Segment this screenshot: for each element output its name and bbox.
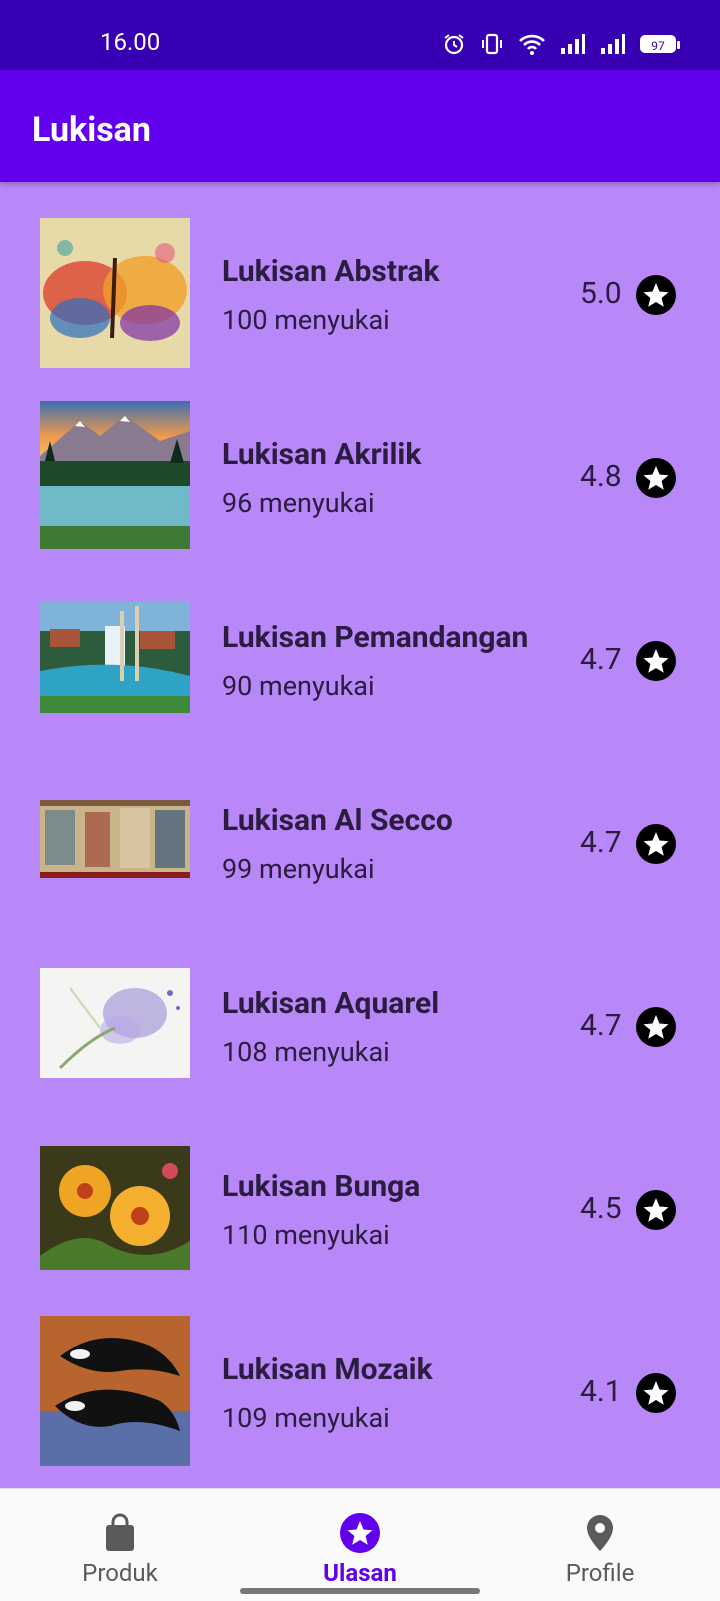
item-name: Lukisan Aquarel [222, 986, 440, 1021]
item-name: Lukisan Akrilik [222, 437, 422, 472]
item-likes: 96 menyukai [222, 487, 375, 519]
item-name: Lukisan Mozaik [222, 1352, 433, 1387]
star-icon [636, 824, 676, 864]
status-time: 16.00 [100, 28, 161, 56]
watercolor-butterfly-painting [40, 968, 190, 1078]
item-likes: 108 menyukai [222, 1036, 390, 1068]
painting-thumbnail [40, 401, 190, 549]
star-icon [636, 641, 676, 681]
fresco-mural-painting [40, 800, 190, 878]
list-item[interactable]: Lukisan Aquarel 108 menyukai 4.7 [0, 950, 720, 1100]
item-rating: 4.1 [580, 1374, 622, 1409]
app-bar: Lukisan [0, 70, 720, 182]
page-title: Lukisan [32, 110, 151, 150]
location-pin-icon [587, 1515, 613, 1551]
nav-label: Profile [565, 1559, 635, 1587]
item-likes: 100 menyukai [222, 304, 390, 336]
battery-icon: 97 [640, 35, 680, 53]
painting-thumbnail [40, 1146, 190, 1270]
waterfall-landscape-painting [40, 601, 190, 713]
list-item[interactable]: Lukisan Bunga 110 menyukai 4.5 [0, 1133, 720, 1283]
painting-thumbnail [40, 968, 190, 1078]
star-icon [636, 1007, 676, 1047]
item-rating: 5.0 [580, 276, 622, 311]
list-item[interactable]: Lukisan Pemandangan 90 menyukai 4.7 [0, 584, 720, 734]
item-rating: 4.7 [580, 1008, 622, 1043]
painting-thumbnail [40, 601, 190, 713]
item-rating: 4.7 [580, 642, 622, 677]
nav-label: Ulasan [323, 1559, 397, 1587]
item-name: Lukisan Al Secco [222, 803, 453, 838]
painting-thumbnail [40, 800, 190, 878]
nav-item-ulasan[interactable]: Ulasan [240, 1489, 480, 1601]
star-icon [340, 1513, 380, 1553]
abstract-butterfly-painting [40, 218, 190, 368]
orca-mosaic [40, 1316, 190, 1466]
item-likes: 110 menyukai [222, 1219, 390, 1251]
star-icon [636, 1373, 676, 1413]
item-likes: 99 menyukai [222, 853, 375, 885]
list-item[interactable]: Lukisan Abstrak 100 menyukai 5.0 [0, 218, 720, 368]
status-icons: 97 [442, 27, 680, 61]
review-list[interactable]: Lukisan Abstrak 100 menyukai 5.0 Lukisan… [0, 182, 720, 1488]
list-item[interactable]: Lukisan Mozaik 109 menyukai 4.1 [0, 1316, 720, 1466]
item-rating: 4.8 [580, 459, 622, 494]
list-item[interactable]: Lukisan Al Secco 99 menyukai 4.7 [0, 767, 720, 917]
wifi-icon [519, 34, 545, 55]
painting-thumbnail [40, 1316, 190, 1466]
nav-item-produk[interactable]: Produk [0, 1489, 240, 1601]
vibrate-icon [482, 33, 502, 55]
gesture-bar[interactable] [240, 1588, 480, 1594]
signal-icon [601, 34, 625, 54]
item-likes: 90 menyukai [222, 670, 375, 702]
status-bar: 16.00 97 [0, 0, 720, 70]
item-rating: 4.7 [580, 825, 622, 860]
star-icon [636, 1190, 676, 1230]
shopping-bag-icon [106, 1513, 134, 1551]
list-item[interactable]: Lukisan Akrilik 96 menyukai 4.8 [0, 401, 720, 551]
mountain-lake-painting [40, 401, 190, 549]
flower-painting [40, 1146, 190, 1270]
alarm-icon [444, 34, 464, 55]
item-name: Lukisan Bunga [222, 1169, 421, 1204]
star-icon [636, 275, 676, 315]
item-likes: 109 menyukai [222, 1402, 390, 1434]
star-icon [636, 458, 676, 498]
bottom-navigation: Produk Ulasan Profile [0, 1488, 720, 1601]
item-name: Lukisan Pemandangan [222, 620, 529, 655]
item-rating: 4.5 [580, 1191, 622, 1226]
nav-label: Produk [82, 1559, 158, 1587]
item-name: Lukisan Abstrak [222, 254, 440, 289]
signal-icon [561, 34, 585, 54]
nav-item-profile[interactable]: Profile [480, 1489, 720, 1601]
painting-thumbnail [40, 218, 190, 368]
